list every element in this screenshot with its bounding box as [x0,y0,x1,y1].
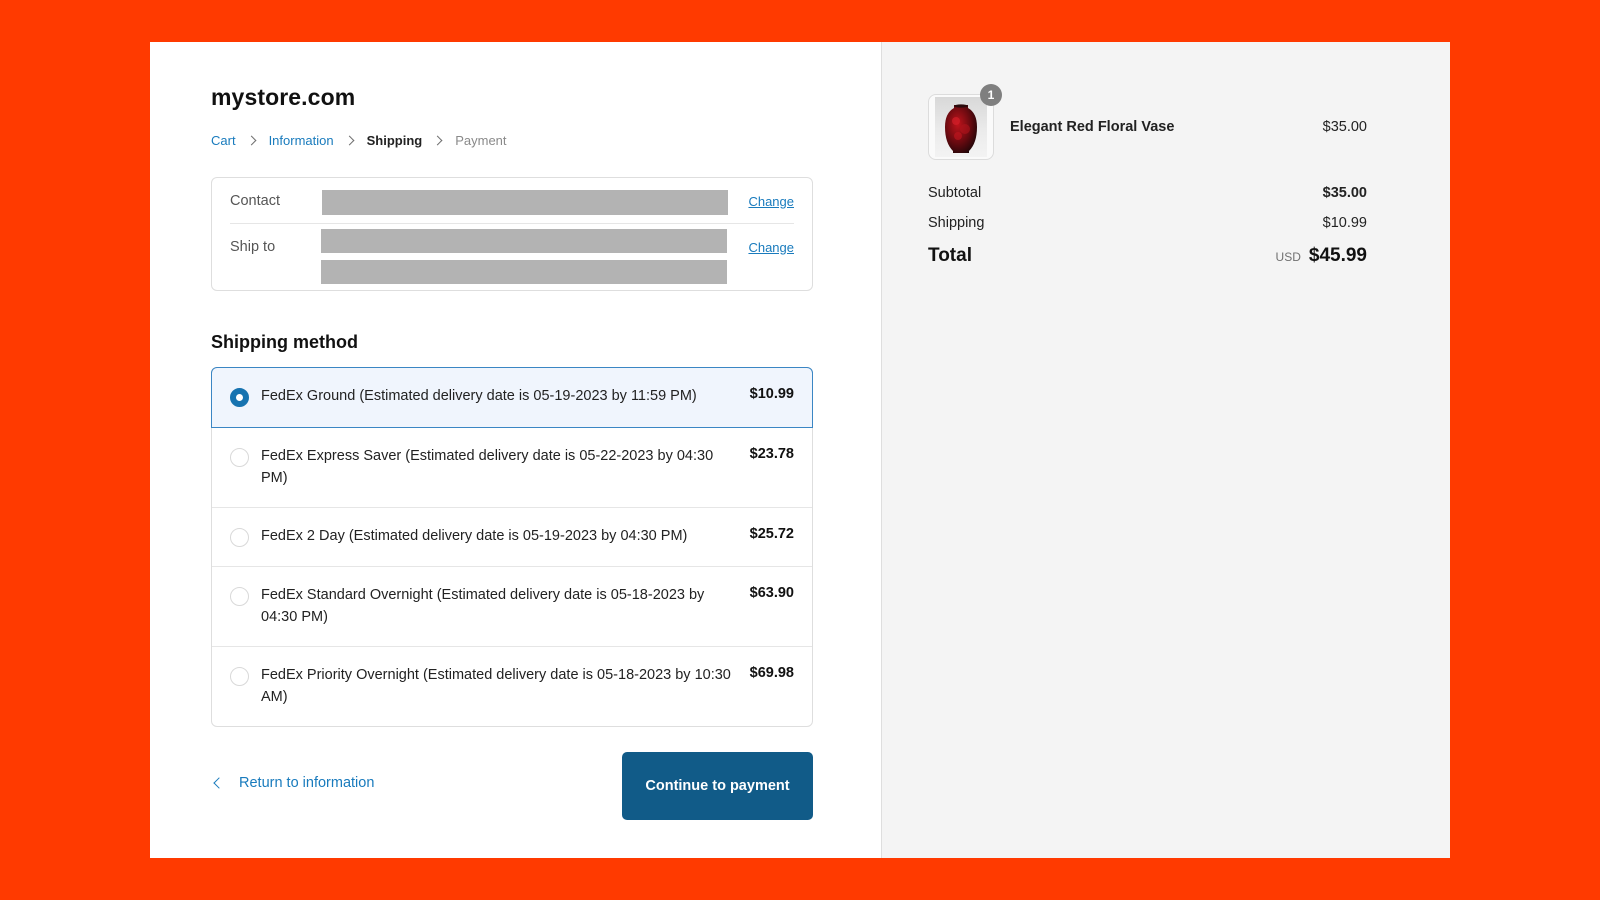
breadcrumb-shipping: Shipping [366,133,423,148]
continue-to-payment-button[interactable]: Continue to payment [622,752,813,820]
order-summary: 1 Elegant Red Floral Vase $35.00 Subtota… [881,42,1450,858]
chevron-left-icon [213,777,225,789]
chevron-right-icon [246,135,257,146]
shipping-option-fedex-standard-overnight[interactable]: FedEx Standard Overnight (Estimated deli… [212,566,812,646]
shipping-option-label: FedEx Ground (Estimated delivery date is… [261,388,697,404]
shipping-option-label: FedEx Priority Overnight (Estimated deli… [261,667,731,705]
ship-to-value-redacted [321,260,727,284]
shipping-option-fedex-express-saver[interactable]: FedEx Express Saver (Estimated delivery … [212,427,812,507]
ship-to-row: Ship to Change [230,224,794,290]
breadcrumb-information[interactable]: Information [269,133,334,148]
return-to-information-link[interactable]: Return to information [211,775,374,791]
shipping-option-price: $63.90 [749,585,794,601]
shipping-option-label: FedEx 2 Day (Estimated delivery date is … [261,528,688,544]
chevron-right-icon [432,135,443,146]
return-link-label: Return to information [239,775,375,791]
shipping-option-price: $69.98 [749,665,794,681]
shipping-value: $10.99 [1322,215,1367,231]
total-row: Total USD $45.99 [928,245,1367,279]
radio-unselected[interactable] [230,448,249,467]
store-title: mystore.com [211,84,356,110]
cart-line-item: 1 Elegant Red Floral Vase $35.00 [928,84,1367,160]
product-name: Elegant Red Floral Vase [1010,119,1175,135]
shipping-option-label: FedEx Standard Overnight (Estimated deli… [261,587,705,625]
radio-selected[interactable] [230,388,249,407]
change-ship-to-link[interactable]: Change [748,240,794,255]
breadcrumb-cart[interactable]: Cart [211,133,236,148]
breadcrumb: Cart Information Shipping Payment [211,133,507,148]
product-thumbnail: 1 [928,84,1002,160]
vase-image [945,104,977,153]
radio-unselected[interactable] [230,587,249,606]
shipping-label: Shipping [928,215,985,231]
breadcrumb-payment: Payment [455,133,507,148]
subtotal-row: Subtotal $35.00 [928,185,1367,215]
subtotal-label: Subtotal [928,185,982,201]
shipping-option-fedex-ground[interactable]: FedEx Ground (Estimated delivery date is… [211,367,813,428]
ship-to-label: Ship to [230,239,276,255]
ship-to-value-redacted [321,229,727,253]
shipping-row: Shipping $10.99 [928,215,1367,245]
change-contact-link[interactable]: Change [748,194,794,209]
shipping-method-heading: Shipping method [211,332,358,352]
quantity-badge: 1 [980,84,1002,106]
total-label: Total [928,245,972,266]
contact-value-redacted [322,190,728,215]
shipping-option-label: FedEx Express Saver (Estimated delivery … [261,448,714,486]
shipping-methods-list: FedEx Ground (Estimated delivery date is… [211,367,813,727]
product-price: $35.00 [1322,119,1367,135]
contact-row: Contact Change [230,178,794,224]
chevron-right-icon [344,135,355,146]
contact-label: Contact [230,193,280,209]
total-value: $45.99 [1308,245,1367,266]
shipping-option-fedex-2-day[interactable]: FedEx 2 Day (Estimated delivery date is … [212,507,812,566]
currency-code: USD [1275,250,1301,264]
shipping-option-price: $10.99 [749,386,794,402]
radio-unselected[interactable] [230,667,249,686]
order-totals: Subtotal $35.00 Shipping $10.99 Total US… [928,185,1367,279]
shipping-option-price: $25.72 [749,526,794,542]
checkout-panel: mystore.com Cart Information Shipping Pa… [150,42,1450,858]
review-box: Contact Change Ship to Change [211,177,813,291]
checkout-main: mystore.com Cart Information Shipping Pa… [150,42,881,858]
shipping-option-fedex-priority-overnight[interactable]: FedEx Priority Overnight (Estimated deli… [212,646,812,726]
radio-unselected[interactable] [230,528,249,547]
subtotal-value: $35.00 [1322,185,1367,201]
shipping-option-price: $23.78 [749,446,794,462]
